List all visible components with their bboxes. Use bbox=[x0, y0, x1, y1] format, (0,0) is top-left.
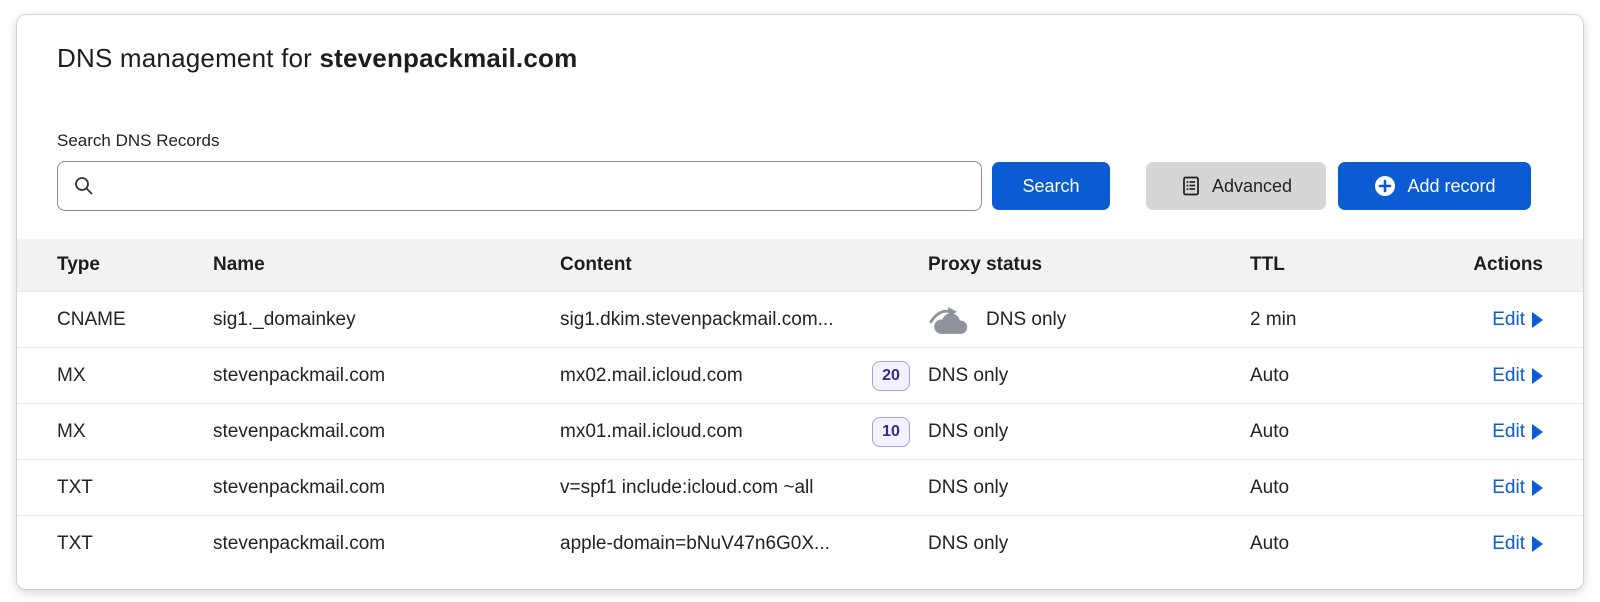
page-title-prefix: DNS management for bbox=[57, 43, 319, 73]
record-name: stevenpackmail.com bbox=[213, 477, 560, 499]
header-proxy-status: Proxy status bbox=[928, 254, 1250, 276]
record-type: TXT bbox=[57, 533, 213, 555]
dns-only-cloud-icon bbox=[928, 304, 972, 336]
record-type: CNAME bbox=[57, 309, 213, 331]
header-actions: Actions bbox=[1390, 254, 1543, 276]
add-record-button[interactable]: Add record bbox=[1338, 162, 1531, 210]
record-proxy-status: DNS only bbox=[928, 421, 1008, 443]
search-icon bbox=[72, 174, 96, 198]
record-content: v=spf1 include:icloud.com ~all bbox=[560, 477, 813, 499]
edit-record-label: Edit bbox=[1492, 533, 1525, 555]
advanced-button[interactable]: Advanced bbox=[1146, 162, 1326, 210]
plus-circle-icon bbox=[1373, 174, 1397, 198]
record-proxy-status: DNS only bbox=[928, 533, 1008, 555]
record-content: sig1.dkim.stevenpackmail.com... bbox=[560, 309, 834, 331]
table-row: TXT stevenpackmail.com apple-domain=bNuV… bbox=[17, 515, 1583, 571]
search-label: Search DNS Records bbox=[57, 131, 1543, 151]
header-ttl: TTL bbox=[1250, 254, 1390, 276]
advanced-button-label: Advanced bbox=[1212, 176, 1292, 197]
record-type: MX bbox=[57, 365, 213, 387]
search-input-container[interactable] bbox=[57, 161, 982, 211]
edit-record-label: Edit bbox=[1492, 309, 1525, 331]
edit-record-link[interactable]: Edit bbox=[1492, 477, 1543, 499]
edit-arrow-icon bbox=[1532, 312, 1543, 328]
record-ttl: 2 min bbox=[1250, 309, 1390, 331]
search-input[interactable] bbox=[96, 162, 967, 210]
record-content: mx02.mail.icloud.com bbox=[560, 365, 743, 387]
record-ttl: Auto bbox=[1250, 533, 1390, 555]
dns-management-card: DNS management for stevenpackmail.com Se… bbox=[16, 14, 1584, 590]
dns-records-table: Type Name Content Proxy status TTL Actio… bbox=[17, 239, 1583, 571]
edit-arrow-icon bbox=[1532, 536, 1543, 552]
edit-arrow-icon bbox=[1532, 424, 1543, 440]
header-type: Type bbox=[57, 254, 213, 276]
page-title-domain: stevenpackmail.com bbox=[319, 43, 577, 73]
mx-priority-badge: 10 bbox=[872, 417, 910, 447]
add-record-button-label: Add record bbox=[1407, 176, 1495, 197]
edit-record-link[interactable]: Edit bbox=[1492, 365, 1543, 387]
edit-record-label: Edit bbox=[1492, 365, 1525, 387]
list-document-icon bbox=[1180, 175, 1202, 197]
header-content: Content bbox=[560, 254, 928, 276]
record-content: apple-domain=bNuV47n6G0X... bbox=[560, 533, 830, 555]
record-name: sig1._domainkey bbox=[213, 309, 560, 331]
record-name: stevenpackmail.com bbox=[213, 533, 560, 555]
record-type: TXT bbox=[57, 477, 213, 499]
record-ttl: Auto bbox=[1250, 477, 1390, 499]
edit-record-link[interactable]: Edit bbox=[1492, 533, 1543, 555]
record-ttl: Auto bbox=[1250, 421, 1390, 443]
edit-arrow-icon bbox=[1532, 368, 1543, 384]
record-name: stevenpackmail.com bbox=[213, 421, 560, 443]
table-row: MX stevenpackmail.com mx02.mail.icloud.c… bbox=[17, 347, 1583, 403]
edit-record-link[interactable]: Edit bbox=[1492, 309, 1543, 331]
edit-record-link[interactable]: Edit bbox=[1492, 421, 1543, 443]
search-toolbar: Search Advanced bbox=[17, 161, 1583, 211]
record-proxy-status: DNS only bbox=[928, 477, 1008, 499]
edit-arrow-icon bbox=[1532, 480, 1543, 496]
header-name: Name bbox=[213, 254, 560, 276]
record-type: MX bbox=[57, 421, 213, 443]
table-header-row: Type Name Content Proxy status TTL Actio… bbox=[17, 239, 1583, 291]
page-title: DNS management for stevenpackmail.com bbox=[17, 15, 1583, 75]
table-row: CNAME sig1._domainkey sig1.dkim.stevenpa… bbox=[17, 291, 1583, 347]
record-proxy-status: DNS only bbox=[928, 365, 1008, 387]
record-ttl: Auto bbox=[1250, 365, 1390, 387]
record-proxy-status: DNS only bbox=[986, 309, 1066, 331]
table-row: MX stevenpackmail.com mx01.mail.icloud.c… bbox=[17, 403, 1583, 459]
record-name: stevenpackmail.com bbox=[213, 365, 560, 387]
record-content: mx01.mail.icloud.com bbox=[560, 421, 743, 443]
edit-record-label: Edit bbox=[1492, 421, 1525, 443]
edit-record-label: Edit bbox=[1492, 477, 1525, 499]
mx-priority-badge: 20 bbox=[872, 361, 910, 391]
table-row: TXT stevenpackmail.com v=spf1 include:ic… bbox=[17, 459, 1583, 515]
search-button[interactable]: Search bbox=[992, 162, 1110, 210]
